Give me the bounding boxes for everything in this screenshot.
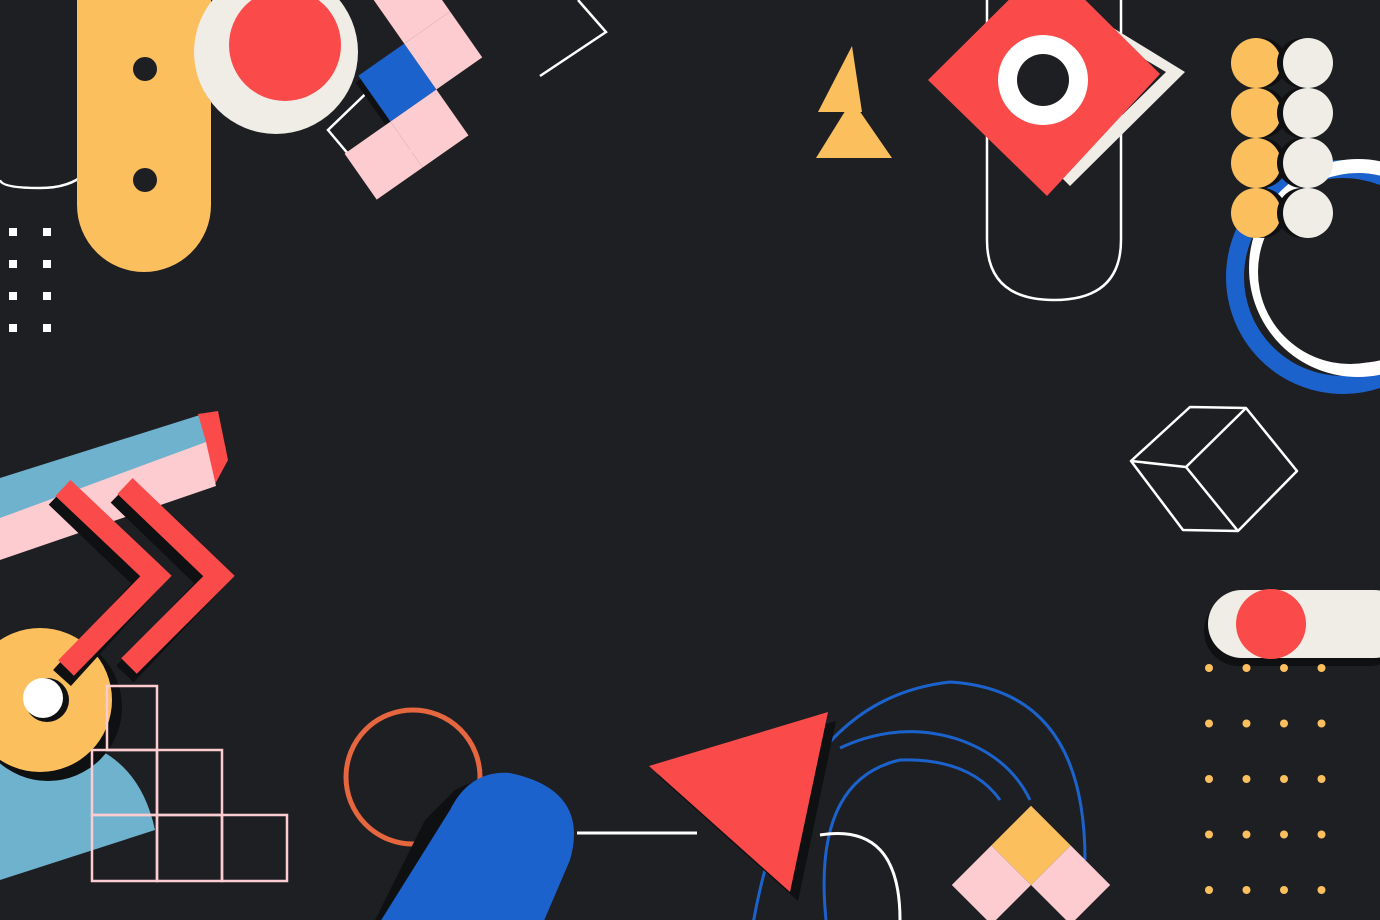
yellow-grid-dot: [1317, 719, 1326, 728]
yellow-grid-dot: [1205, 775, 1213, 783]
yellow-pill-hole-top: [133, 57, 157, 81]
yellow-grid-dot: [1317, 775, 1326, 783]
yellow-grid-dot: [1205, 830, 1213, 839]
red-toggle-knob: [1236, 589, 1306, 659]
yellow-grid-dot: [1280, 775, 1288, 783]
yellow-grid-dot: [1205, 664, 1213, 672]
yellow-grid-dot: [1317, 830, 1326, 839]
yellow-pill-hole-bottom: [133, 168, 157, 192]
yellow-grid-dot: [1280, 886, 1288, 894]
yellow-grid-dot: [1205, 886, 1213, 894]
yellow-grid-dot: [1280, 719, 1288, 728]
yellow-grid-dot: [1242, 719, 1251, 728]
yellow-grid-dot: [1280, 830, 1288, 839]
yellow-grid-dot: [1317, 664, 1326, 672]
yellow-grid-dot: [1280, 664, 1288, 672]
yellow-grid-dot: [1317, 886, 1326, 894]
geometric-background-canvas: [0, 0, 1380, 920]
yellow-pill: [77, 0, 211, 272]
yellow-grid-dot: [1242, 886, 1251, 894]
yellow-grid-dot: [1242, 775, 1251, 783]
yellow-grid-dot: [1242, 830, 1251, 839]
yellow-grid-dot: [1242, 664, 1251, 672]
yellow-grid-dot: [1205, 719, 1213, 728]
